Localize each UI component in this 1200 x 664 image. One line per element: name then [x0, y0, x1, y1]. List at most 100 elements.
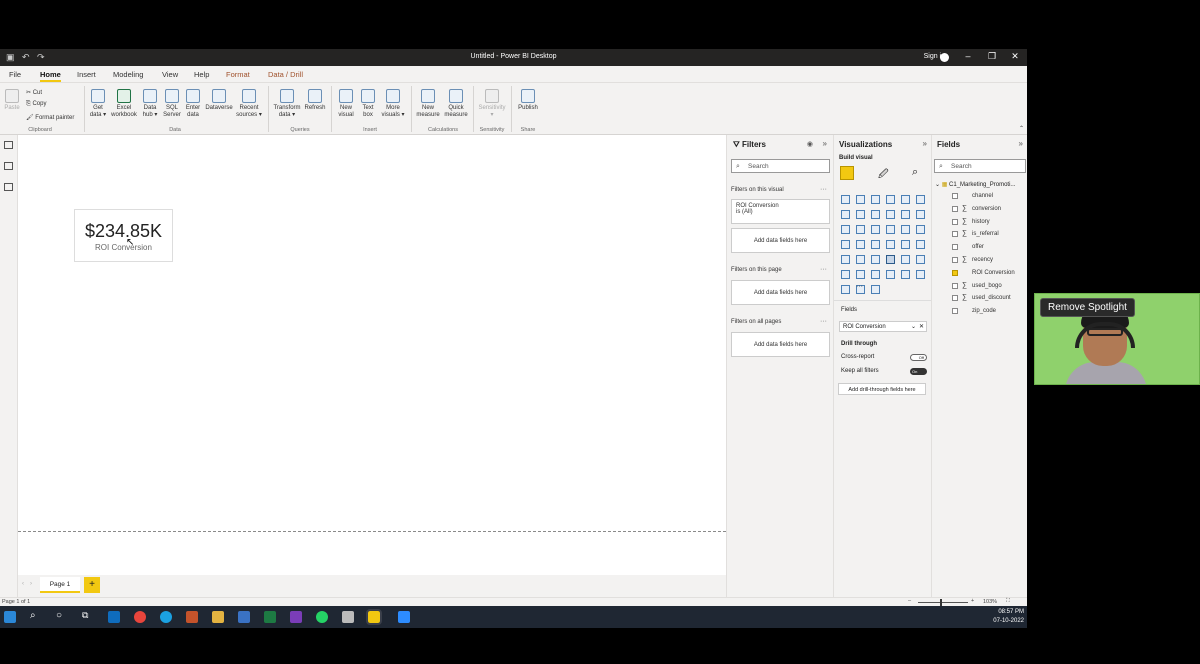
tab-data-drill[interactable]: Data / Drill: [268, 70, 303, 79]
field-checkbox[interactable]: [952, 231, 958, 238]
text-box-button[interactable]: Text box: [358, 89, 378, 119]
field-checkbox[interactable]: [952, 269, 958, 276]
app-icon[interactable]: [186, 611, 198, 623]
report-view-icon[interactable]: [4, 141, 13, 149]
remove-field-icon[interactable]: ✕: [919, 323, 924, 330]
field-checkbox[interactable]: [952, 295, 958, 302]
remove-spotlight-button[interactable]: Remove Spotlight: [1040, 298, 1135, 317]
visual-type-icon[interactable]: [886, 255, 895, 264]
more-options-icon[interactable]: ···: [820, 186, 827, 193]
data-hub-button[interactable]: Data hub ▾: [140, 89, 160, 119]
visual-type-icon[interactable]: [841, 195, 850, 204]
build-visual-icon[interactable]: [840, 166, 854, 180]
visual-type-icon[interactable]: [901, 195, 910, 204]
edge-icon[interactable]: [160, 611, 172, 623]
visual-type-icon[interactable]: [841, 240, 850, 249]
new-measure-button[interactable]: New measure: [414, 89, 442, 119]
paste-button[interactable]: Paste: [3, 89, 21, 112]
excel-icon[interactable]: [264, 611, 276, 623]
visual-type-icon[interactable]: [901, 255, 910, 264]
outlook-icon[interactable]: [108, 611, 120, 623]
fields-search-input[interactable]: ⌕ Search: [934, 159, 1026, 173]
visual-type-icon[interactable]: [901, 270, 910, 279]
visual-type-icon[interactable]: [916, 240, 925, 249]
app-icon[interactable]: [342, 611, 354, 623]
visual-type-icon[interactable]: [871, 255, 880, 264]
tab-insert[interactable]: Insert: [77, 70, 96, 79]
zoom-in-icon[interactable]: +: [971, 598, 974, 604]
system-clock[interactable]: 08:57 PM 07-10-2022: [993, 608, 1024, 626]
visual-type-icon[interactable]: [856, 225, 865, 234]
field-checkbox[interactable]: [952, 193, 958, 199]
zoom-out-icon[interactable]: –: [908, 598, 911, 604]
field-checkbox[interactable]: [952, 244, 958, 251]
sql-server-button[interactable]: SQL Server: [162, 89, 182, 119]
zoom-slider-handle[interactable]: [940, 599, 942, 606]
field-checkbox[interactable]: [952, 308, 958, 315]
visual-type-icon[interactable]: [856, 270, 865, 279]
visual-type-icon[interactable]: [871, 195, 880, 204]
add-visual-filter-field[interactable]: Add data fields here: [731, 228, 830, 253]
format-painter-button[interactable]: 🖌 Format painter: [26, 114, 74, 121]
copy-button[interactable]: ⎘ Copy: [26, 101, 46, 108]
add-report-filter-field[interactable]: Add data fields here: [731, 332, 830, 357]
analytics-icon[interactable]: ⌕: [912, 166, 918, 179]
eye-icon[interactable]: ◉: [807, 140, 813, 148]
visual-type-icon[interactable]: [916, 210, 925, 219]
maximize-button[interactable]: ❐: [985, 51, 999, 62]
tab-modeling[interactable]: Modeling: [113, 70, 143, 79]
windows-start-icon[interactable]: [4, 611, 16, 623]
field-checkbox[interactable]: [952, 205, 958, 212]
add-drill-through-field[interactable]: Add drill-through fields here: [838, 383, 926, 395]
cortana-icon[interactable]: ○: [56, 610, 62, 621]
chevron-down-icon[interactable]: ⌄: [911, 323, 916, 330]
visual-type-icon[interactable]: [871, 240, 880, 249]
dataverse-button[interactable]: Dataverse: [204, 89, 234, 112]
publish-button[interactable]: Publish: [514, 89, 542, 112]
filters-search-input[interactable]: ⌕ Search: [731, 159, 830, 173]
keep-filters-toggle[interactable]: On: [910, 368, 927, 375]
visual-type-icon[interactable]: [841, 210, 850, 219]
fit-page-icon[interactable]: ⛶: [1006, 598, 1010, 605]
cut-button[interactable]: ✂ Cut: [26, 89, 42, 96]
report-canvas[interactable]: [18, 135, 726, 575]
chrome-icon[interactable]: [134, 611, 146, 623]
excel-workbook-button[interactable]: Excel workbook: [109, 89, 139, 119]
close-button[interactable]: ✕: [1008, 51, 1022, 62]
card-visual[interactable]: $234.85K ROI Conversion: [74, 209, 173, 262]
power-bi-icon[interactable]: [366, 609, 382, 625]
collapse-ribbon-icon[interactable]: ⌃: [1019, 125, 1024, 132]
visual-type-icon[interactable]: [856, 195, 865, 204]
more-visuals-button[interactable]: More visuals ▾: [379, 89, 407, 119]
more-visuals-icon[interactable]: ···: [856, 283, 863, 290]
tab-format[interactable]: Format: [226, 70, 250, 79]
refresh-button[interactable]: Refresh: [303, 89, 327, 112]
visual-type-icon[interactable]: [886, 195, 895, 204]
visual-type-icon[interactable]: [841, 270, 850, 279]
visual-type-icon[interactable]: [901, 210, 910, 219]
file-explorer-icon[interactable]: [212, 611, 224, 623]
task-view-icon[interactable]: ⧉: [82, 610, 88, 621]
visual-type-icon[interactable]: [871, 270, 880, 279]
visual-type-icon[interactable]: [901, 240, 910, 249]
enter-data-button[interactable]: Enter data: [183, 89, 203, 119]
tab-file[interactable]: File: [9, 70, 21, 79]
add-page-filter-field[interactable]: Add data fields here: [731, 280, 830, 305]
avatar[interactable]: [940, 53, 949, 62]
field-checkbox[interactable]: [952, 218, 958, 225]
field-checkbox[interactable]: [952, 282, 958, 289]
cross-report-toggle[interactable]: Off: [910, 354, 927, 361]
visual-type-icon[interactable]: [841, 225, 850, 234]
more-options-icon[interactable]: ···: [820, 266, 827, 273]
visual-type-icon[interactable]: [886, 240, 895, 249]
visual-type-icon[interactable]: [871, 285, 880, 294]
field-checkbox[interactable]: [952, 257, 958, 263]
collapse-viz-icon[interactable]: »: [923, 139, 927, 148]
more-options-icon[interactable]: ···: [820, 318, 827, 325]
new-visual-button[interactable]: New visual: [335, 89, 357, 119]
visual-type-icon[interactable]: [871, 225, 880, 234]
prev-page-icon[interactable]: ‹: [22, 581, 24, 587]
data-view-icon[interactable]: [4, 162, 13, 170]
minimize-button[interactable]: –: [961, 51, 975, 61]
tasks-icon[interactable]: [238, 611, 250, 623]
